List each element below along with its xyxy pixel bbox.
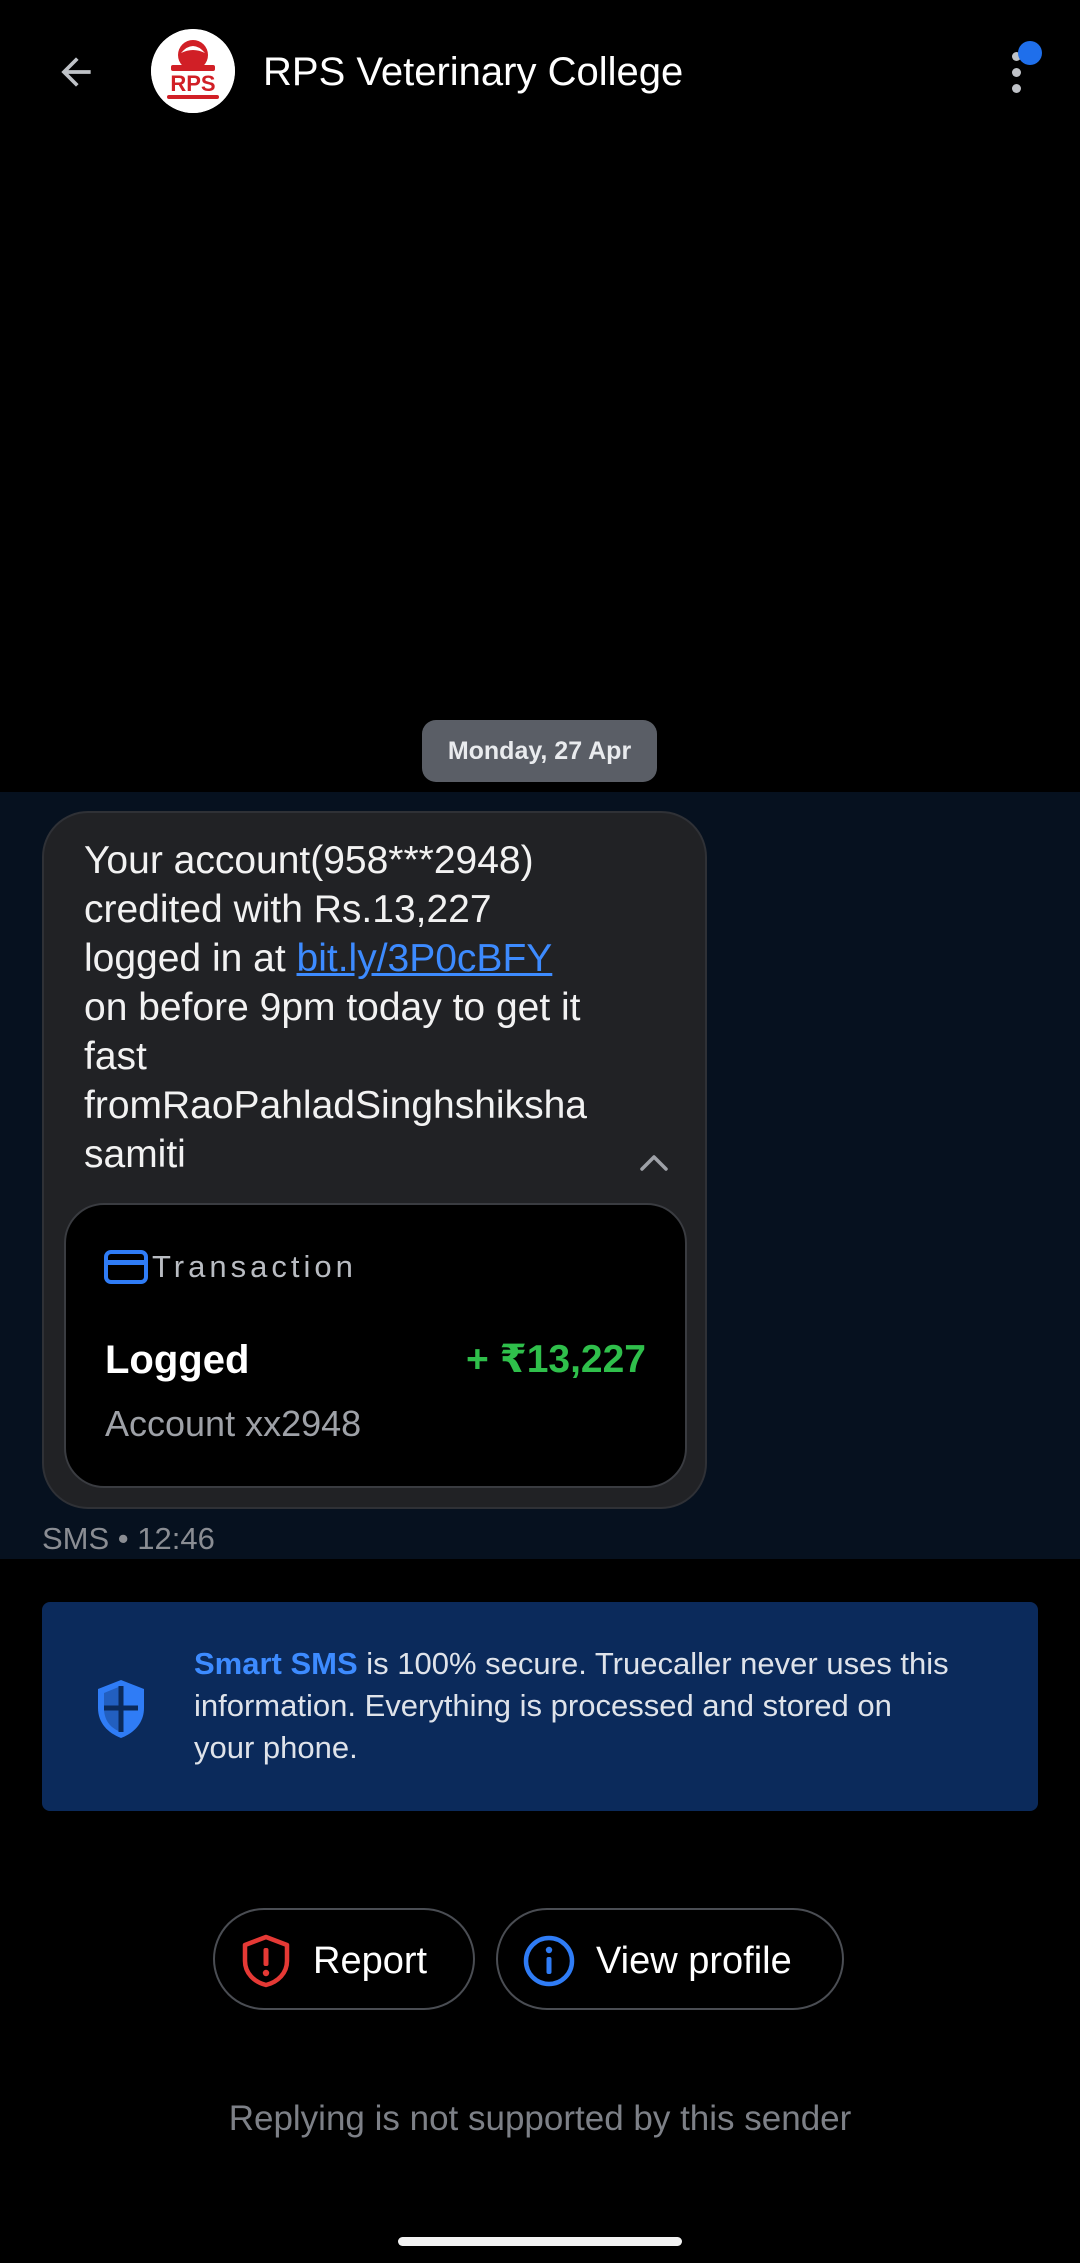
chevron-up-icon: [640, 1155, 668, 1171]
message-line: fromRaoPahladSinghshiksha: [84, 1084, 587, 1127]
message-line-prefix: logged in at: [84, 937, 297, 980]
report-label: Report: [313, 1940, 428, 1982]
message-line: fast: [84, 1035, 147, 1078]
back-button[interactable]: [40, 36, 112, 108]
collapse-button[interactable]: [632, 1144, 676, 1180]
transaction-account: Account xx2948: [105, 1403, 362, 1444]
more-vertical-icon-dot: [1012, 84, 1021, 93]
message-link[interactable]: bit.ly/3P0cBFY: [297, 937, 553, 980]
info-banner-text: Smart SMS is 100% secure. Truecaller nev…: [194, 1643, 1004, 1769]
svg-text:RPS: RPS: [170, 71, 215, 96]
rps-logo: RPS: [151, 29, 235, 113]
view-profile-button[interactable]: View profile: [496, 1908, 844, 2010]
view-profile-label: View profile: [596, 1940, 792, 1982]
transaction-amount: + ₹13,227: [465, 1338, 646, 1381]
message-line: on before 9pm today to get it: [84, 986, 581, 1029]
message-body[interactable]: Your account(958***2948) credited with R…: [84, 836, 644, 1179]
message-meta: SMS • 12:46: [42, 1521, 215, 1556]
date-separator: Monday, 27 Apr: [422, 720, 657, 782]
report-button[interactable]: Report: [213, 1908, 475, 2010]
transaction-label: Transaction: [152, 1249, 357, 1284]
credit-card-icon: [104, 1250, 148, 1284]
message-line-with-link: logged in at bit.ly/3P0cBFY: [84, 934, 644, 983]
message-line: Your account(958***2948): [84, 839, 534, 882]
conversation-title: RPS Veterinary College: [263, 50, 684, 94]
smart-sms-brand: Smart SMS: [194, 1646, 358, 1681]
sender-avatar[interactable]: RPS: [151, 29, 235, 113]
shield-icon: [98, 1680, 144, 1738]
report-warning-icon: [242, 1934, 290, 1988]
more-vertical-icon-dot: [1012, 68, 1021, 77]
message-line: credited with Rs.13,227: [84, 888, 492, 931]
arrow-left-icon: [61, 57, 91, 87]
info-line-2: information. Everything is processed and…: [194, 1688, 892, 1723]
app-header: RPS RPS Veterinary College: [0, 0, 1080, 146]
info-line-3: your phone.: [194, 1730, 358, 1765]
info-line-1: is 100% secure. Truecaller never uses th…: [357, 1646, 949, 1681]
transaction-status: Logged: [105, 1338, 250, 1382]
home-indicator[interactable]: [398, 2237, 682, 2246]
reply-unsupported-note: Replying is not supported by this sender: [228, 2099, 852, 2138]
message-line: samiti: [84, 1133, 186, 1176]
info-circle-icon: [523, 1935, 575, 1987]
notification-badge: [1018, 41, 1042, 65]
